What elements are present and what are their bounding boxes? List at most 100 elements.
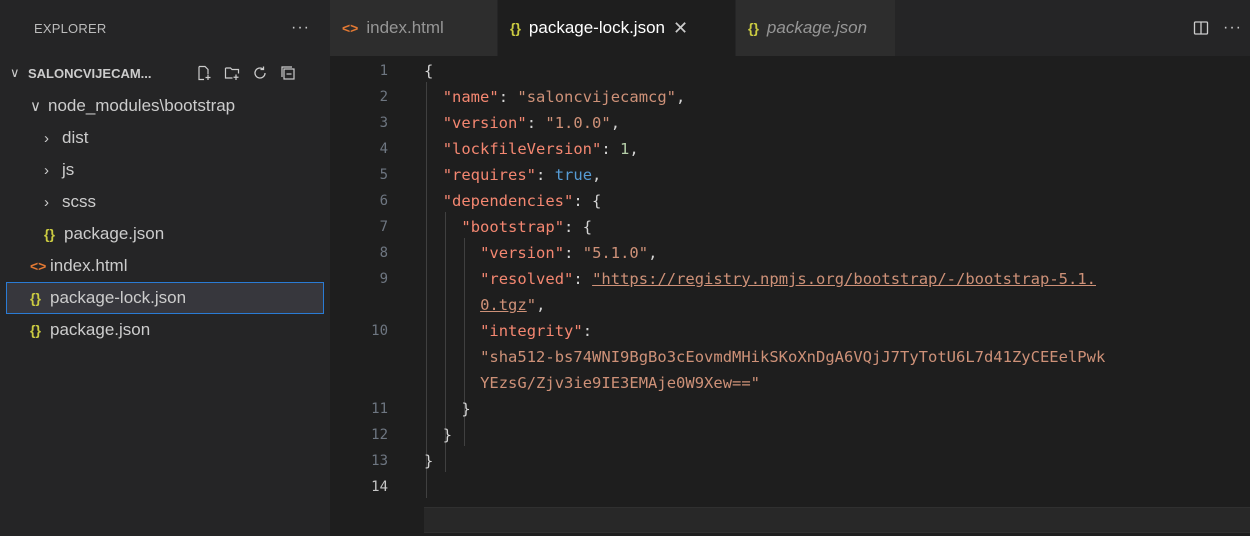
line-number: 13 — [371, 453, 388, 469]
line-code: "integrity": — [480, 322, 593, 340]
explorer-actions — [196, 65, 296, 81]
html-file-icon: <> — [30, 258, 47, 274]
line-code: } — [442, 426, 453, 444]
line-code: } — [424, 452, 434, 470]
line-code: } — [461, 400, 471, 418]
code-line: 7 "bootstrap": { — [330, 214, 1250, 240]
chevron-right-icon[interactable]: › — [44, 130, 62, 147]
code-line: 0.tgz", — [330, 292, 1250, 318]
tab-actions: ··· — [1193, 0, 1242, 56]
tab-package-json[interactable]: {} package.json — [736, 0, 896, 56]
line-code: "lockfileVersion": 1, — [442, 140, 639, 158]
tree-item-label: scss — [62, 192, 96, 211]
line-number: 7 — [379, 219, 388, 235]
new-folder-icon[interactable] — [224, 65, 240, 81]
line-number: 3 — [379, 115, 388, 131]
line-number: 4 — [379, 141, 388, 157]
workspace-folder-row[interactable]: ∨ SALONCVIJECAM... — [0, 56, 330, 90]
chevron-down-icon[interactable]: ∨ — [10, 65, 28, 81]
explorer-header: EXPLORER ··· — [0, 0, 330, 56]
chevron-down-icon[interactable]: ∨ — [30, 97, 48, 115]
tab-label: package.json — [766, 18, 868, 37]
line-number: 14 — [371, 479, 388, 495]
line-number: 5 — [379, 167, 388, 183]
tree-item[interactable]: › scss — [6, 186, 324, 218]
tree-item[interactable]: › dist — [6, 122, 324, 154]
line-code: "bootstrap": { — [461, 218, 593, 236]
tree-item-label: js — [62, 160, 75, 179]
line-number: 10 — [371, 323, 388, 339]
tree-item[interactable]: {} package-lock.json — [6, 282, 324, 314]
json-file-icon: {} — [30, 290, 41, 306]
code-line: 9 "resolved": "https://registry.npmjs.or… — [330, 266, 1250, 292]
tree-item-label: package-lock.json — [50, 288, 187, 307]
code-line: 2 "name": "saloncvijecamcg", — [330, 84, 1250, 110]
line-number: 12 — [371, 427, 388, 443]
json-file-icon: {} — [510, 20, 521, 36]
line-code: "resolved": "https://registry.npmjs.org/… — [480, 270, 1096, 288]
code-line: YEzsG/Zjv3ie9IE3EMAje0W9Xew==" — [330, 370, 1250, 396]
workspace-folder-name: SALONCVIJECAM... — [28, 65, 152, 81]
code-line: 13} — [330, 448, 1250, 474]
tabs: <> index.html {} package-lock.json ✕ {} packag… — [330, 0, 896, 56]
code-line: 3 "version": "1.0.0", — [330, 110, 1250, 136]
explorer-title: EXPLORER — [34, 20, 107, 36]
tree-item[interactable]: {} package.json — [6, 314, 324, 346]
explorer-sidebar: EXPLORER ··· ∨ SALONCVIJECAM... ∨ node_m… — [0, 0, 330, 536]
line-number: 2 — [379, 89, 388, 105]
tab-label: index.html — [366, 18, 444, 37]
close-icon[interactable]: ✕ — [673, 18, 688, 39]
refresh-icon[interactable] — [252, 65, 268, 81]
tree-item-label: package.json — [64, 224, 165, 243]
tree-item[interactable]: ∨ node_modules\bootstrap — [6, 90, 324, 122]
line-number: 11 — [371, 401, 388, 417]
code-line: "sha512-bs74WNI9BgBo3cEovmdMHikSKoXnDgA6… — [330, 344, 1250, 370]
line-code: "sha512-bs74WNI9BgBo3cEovmdMHikSKoXnDgA6… — [480, 348, 1106, 366]
tab-package-lock-json[interactable]: {} package-lock.json ✕ — [498, 0, 736, 56]
code-line: 6 "dependencies": { — [330, 188, 1250, 214]
line-code: "version": "1.0.0", — [442, 114, 621, 132]
code-line: 8 "version": "5.1.0", — [330, 240, 1250, 266]
line-number: 1 — [379, 63, 388, 79]
code-line: 10 "integrity": — [330, 318, 1250, 344]
tree-item-label: index.html — [50, 256, 128, 275]
line-code: "version": "5.1.0", — [480, 244, 658, 262]
chevron-right-icon[interactable]: › — [44, 194, 62, 211]
collapse-all-icon[interactable] — [280, 65, 296, 81]
tree-item-label: node_modules\bootstrap — [48, 96, 236, 115]
line-code: YEzsG/Zjv3ie9IE3EMAje0W9Xew==" — [480, 374, 761, 392]
code-line: 5 "requires": true, — [330, 162, 1250, 188]
tree-item-label: package.json — [50, 320, 151, 339]
line-code: "requires": true, — [442, 166, 602, 184]
line-number: 8 — [379, 245, 388, 261]
code-line: 11 } — [330, 396, 1250, 422]
line-code: { — [424, 62, 434, 80]
new-file-icon[interactable] — [196, 65, 212, 81]
code-line: 14 — [330, 474, 1250, 500]
tree-item[interactable]: {} package.json — [6, 218, 324, 250]
current-line-highlight — [424, 507, 1250, 533]
tree-item[interactable]: <> index.html — [6, 250, 324, 282]
vscode-window: EXPLORER ··· ∨ SALONCVIJECAM... ∨ node_m… — [0, 0, 1250, 536]
tab-bar: <> index.html {} package-lock.json ✕ {} packag… — [330, 0, 1250, 56]
code-line: 1{ — [330, 58, 1250, 84]
line-code: 0.tgz", — [480, 296, 546, 314]
html-file-icon: <> — [342, 20, 359, 36]
json-file-icon: {} — [30, 322, 41, 338]
explorer-more-icon[interactable]: ··· — [291, 19, 310, 37]
tab-index-html[interactable]: <> index.html — [330, 0, 498, 56]
tree-item-label: dist — [62, 128, 89, 147]
line-number: 9 — [379, 271, 388, 287]
json-file-icon: {} — [748, 20, 759, 36]
line-number: 6 — [379, 193, 388, 209]
code-line: 4 "lockfileVersion": 1, — [330, 136, 1250, 162]
code-editor[interactable]: 1{2 "name": "saloncvijecamcg", 3 "version… — [330, 56, 1250, 536]
split-editor-icon[interactable] — [1193, 20, 1209, 36]
code-line: 12 } — [330, 422, 1250, 448]
json-file-icon: {} — [44, 226, 55, 242]
tree-item[interactable]: › js — [6, 154, 324, 186]
chevron-right-icon[interactable]: › — [44, 162, 62, 179]
tab-more-icon[interactable]: ··· — [1223, 19, 1242, 37]
line-code: "name": "saloncvijecamcg", — [442, 88, 686, 106]
line-code: "dependencies": { — [442, 192, 602, 210]
